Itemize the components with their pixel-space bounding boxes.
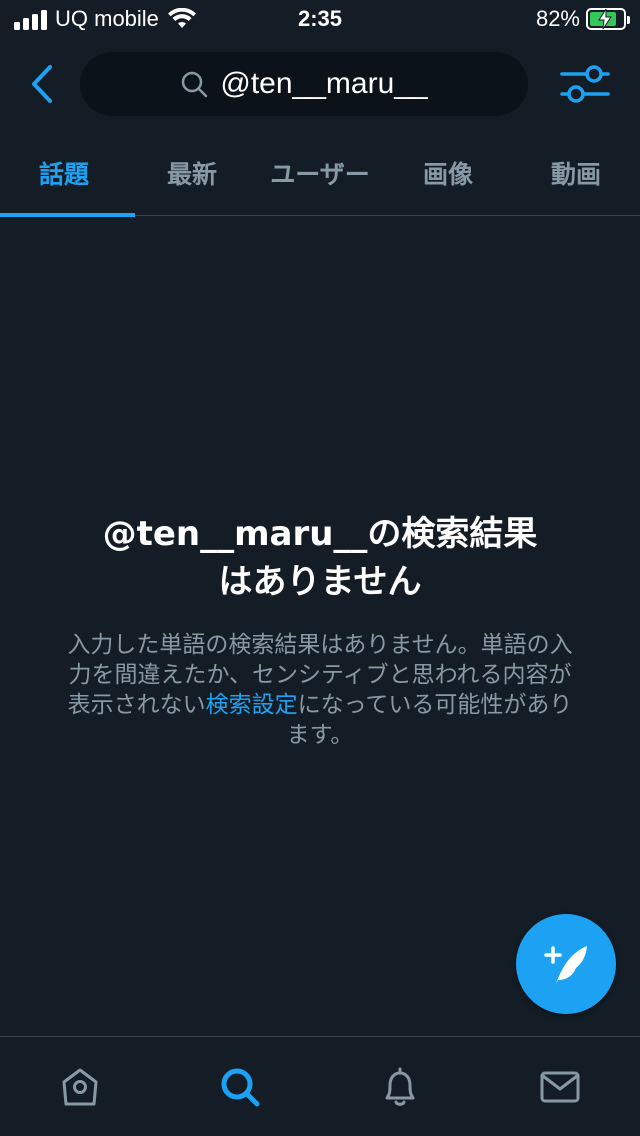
charging-bolt-icon [598,9,612,29]
tab-videos[interactable]: 動画 [512,130,640,216]
nav-home[interactable] [0,1037,160,1136]
search-tabs: 話題 最新 ユーザー 画像 動画 [0,130,640,217]
tab-photos[interactable]: 画像 [384,130,512,216]
search-input[interactable]: @ten__maru__ [80,52,528,116]
envelope-icon [540,1071,580,1102]
search-icon [221,1068,260,1106]
chevron-left-icon [32,65,52,103]
status-bar: UQ mobile 2:35 82% [0,0,640,40]
search-query: @ten__maru__ [220,67,428,100]
compose-tweet-icon [544,946,587,984]
bell-icon [385,1067,415,1106]
home-icon [62,1068,98,1105]
search-icon [182,71,208,98]
tab-users[interactable]: ユーザー [256,130,384,216]
sliders-icon [560,65,610,103]
compose-tweet-button[interactable] [516,914,616,1014]
empty-state-message: 入力した単語の検索結果はありません。単語の入力を間違えたか、センシティブと思われ… [67,632,573,748]
nav-search[interactable] [160,1037,320,1136]
nav-messages[interactable] [480,1037,640,1136]
empty-state-title: @ten__maru__の検索結果 はありません [102,514,538,602]
bottom-tab-bar [0,1036,640,1136]
back-button[interactable] [22,60,62,108]
empty-state: @ten__maru__の検索結果 はありません 入力した単語の検索結果はありま… [60,510,580,750]
tab-latest[interactable]: 最新 [128,130,256,216]
nav-notifications[interactable] [320,1037,480,1136]
battery-icon [586,8,630,30]
search-settings-link[interactable]: 検索設定 [206,692,298,718]
search-header: @ten__maru__ [0,40,640,130]
search-results-screen: UQ mobile 2:35 82% @ten__maru__ 話題 最新 ユー… [0,0,640,1136]
tab-top[interactable]: 話題 [0,130,135,217]
search-filter-button[interactable] [560,62,610,106]
battery-percent: 82% [535,6,580,31]
